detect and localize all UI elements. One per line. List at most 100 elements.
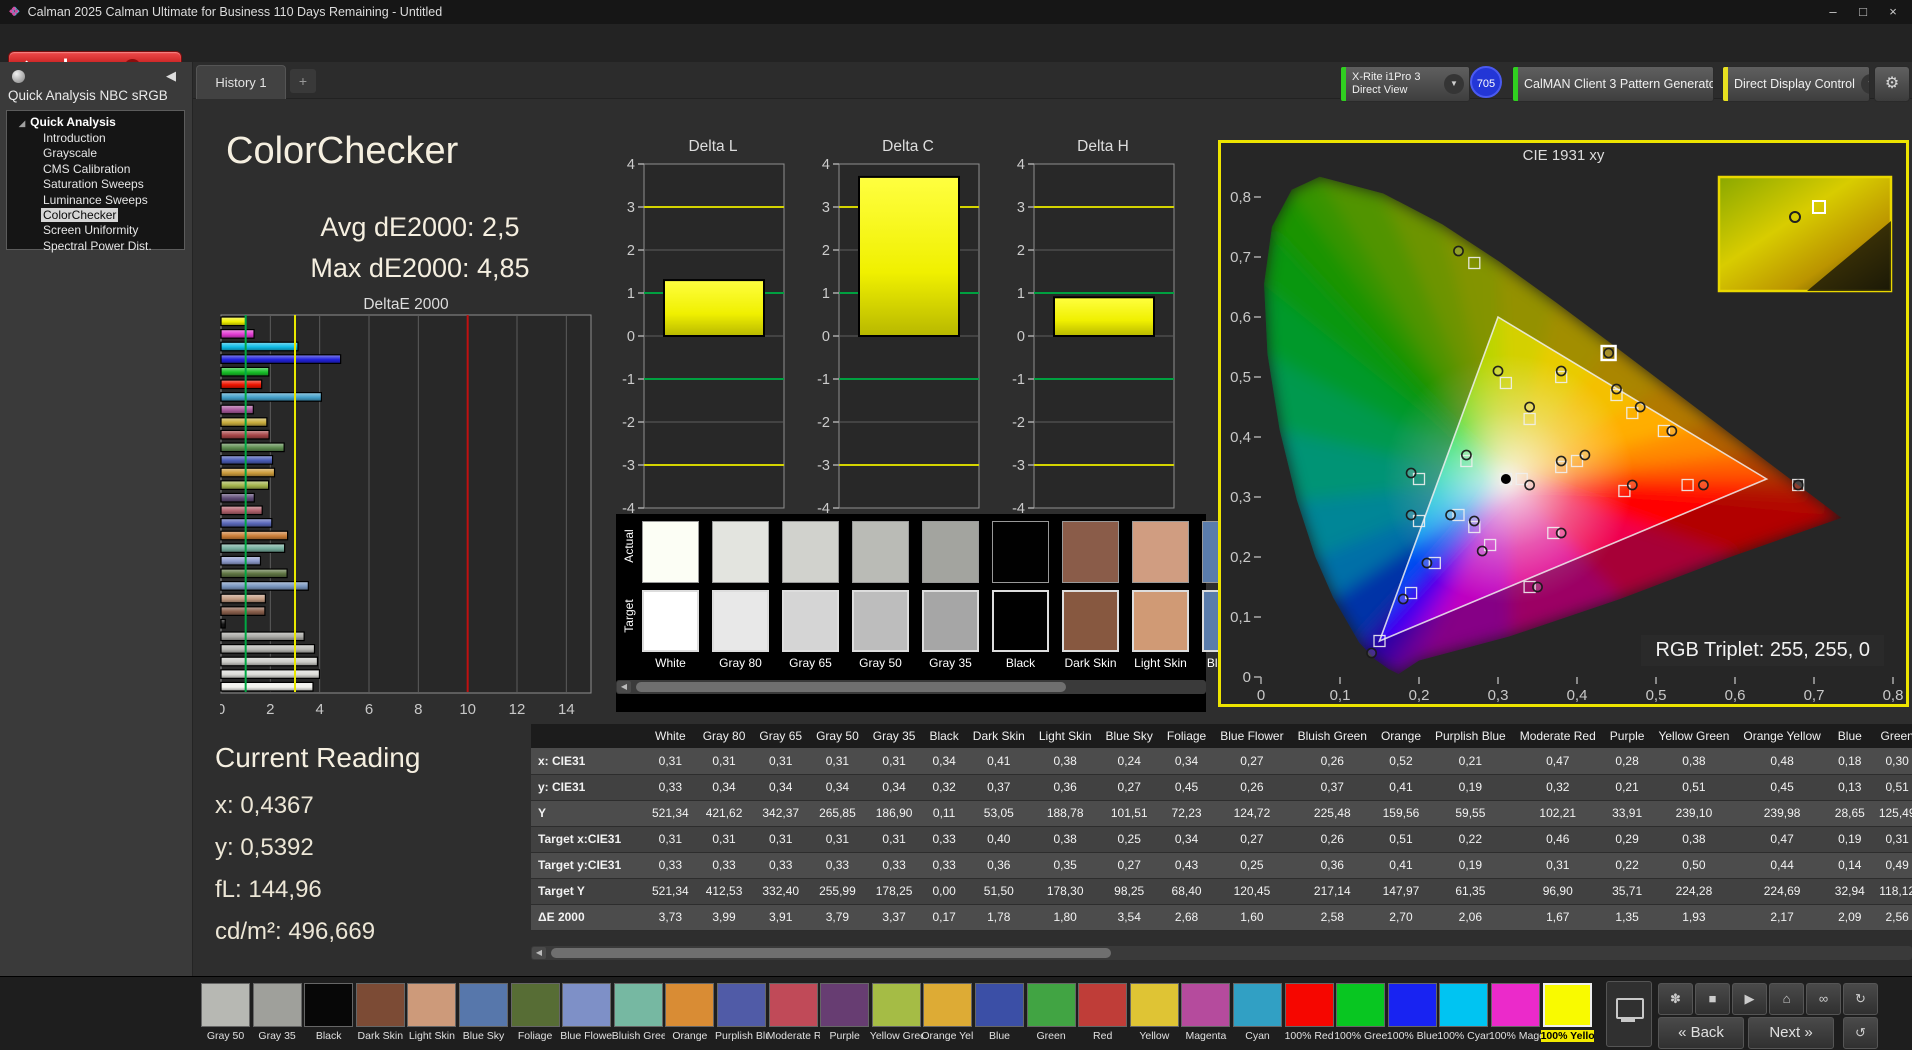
undo-button[interactable]: ↺ <box>1843 1017 1878 1049</box>
strip-swatch-100-blue[interactable] <box>1387 983 1437 1027</box>
strip-swatch-100-cyan[interactable] <box>1439 983 1489 1027</box>
strip-label[interactable]: Orange <box>663 1030 716 1042</box>
strip-label[interactable]: Yellow <box>1128 1030 1181 1042</box>
swatch-scroll-thumb[interactable] <box>636 682 1066 692</box>
strip-swatch-moderate-red[interactable] <box>768 983 818 1027</box>
close-button[interactable]: × <box>1878 0 1908 24</box>
strip-label[interactable]: Gray 35 <box>251 1030 304 1042</box>
strip-swatch-black[interactable] <box>304 983 354 1027</box>
strip-swatch-red[interactable] <box>1078 983 1128 1027</box>
current-reading-x: x: 0,4367 <box>215 792 314 819</box>
strip-label[interactable]: Foliage <box>509 1030 562 1042</box>
sidebar-item-cms-calibration[interactable]: CMS Calibration <box>7 162 184 177</box>
maximize-button[interactable]: □ <box>1848 0 1878 24</box>
meter-badge[interactable]: 705 <box>1470 66 1502 98</box>
strip-swatch-100-magenta[interactable] <box>1491 983 1540 1027</box>
strip-label[interactable]: 100% Green <box>1334 1030 1387 1042</box>
pattern-window-button[interactable]: ✽ <box>1658 983 1693 1015</box>
sidebar-item-screen-uniformity[interactable]: Screen Uniformity <box>7 223 184 238</box>
play-button[interactable]: ▶ <box>1732 983 1767 1015</box>
strip-label[interactable]: Blue Sky <box>457 1030 510 1042</box>
meter-dropdown[interactable]: X-Rite i1Pro 3 Direct View ▼ <box>1340 66 1470 102</box>
minimize-button[interactable]: – <box>1818 0 1848 24</box>
display-preview-button[interactable] <box>1606 981 1652 1047</box>
table-cell: 2,17 <box>1770 910 1794 924</box>
strip-swatch-magenta[interactable] <box>1181 983 1231 1027</box>
delta_h-bar <box>1053 296 1155 338</box>
sidebar-collapse-icon[interactable]: ◀ <box>166 68 176 84</box>
strip-label[interactable]: Bluish Green <box>612 1030 665 1042</box>
strip-label[interactable]: Dark Skin <box>354 1030 407 1042</box>
sidebar-item-introduction[interactable]: Introduction <box>7 131 184 146</box>
settings-button[interactable]: ⚙ <box>1874 66 1910 102</box>
table-scrollbar[interactable]: ◀ <box>531 946 1912 960</box>
strip-swatch-foliage[interactable] <box>510 983 560 1027</box>
stop-button[interactable]: ■ <box>1695 983 1730 1015</box>
strip-label[interactable]: Magenta <box>1179 1030 1232 1042</box>
strip-swatch-blue-sky[interactable] <box>459 983 508 1027</box>
sidebar-item-saturation-sweeps[interactable]: Saturation Sweeps <box>7 177 184 192</box>
back-button[interactable]: « Back <box>1658 1017 1744 1049</box>
sidebar-item-colorchecker[interactable]: ColorChecker <box>7 208 184 223</box>
scroll-left-icon[interactable]: ◀ <box>617 681 631 693</box>
strip-swatch-gray-35[interactable] <box>252 983 302 1027</box>
chevron-down-icon[interactable]: ▼ <box>1860 74 1869 94</box>
strip-label[interactable]: Light Skin <box>405 1030 458 1042</box>
strip-swatch-purple[interactable] <box>820 983 870 1027</box>
strip-label[interactable]: Red <box>1076 1030 1129 1042</box>
strip-label[interactable]: Blue Flower <box>560 1030 613 1042</box>
sidebar-item-spectral-power-dist-[interactable]: Spectral Power Dist. <box>7 239 184 254</box>
strip-swatch-blue-flower[interactable] <box>562 983 612 1027</box>
sidebar-item-grayscale[interactable]: Grayscale <box>7 146 184 161</box>
strip-label[interactable]: 100% Yellow <box>1540 1030 1594 1042</box>
strip-swatch-purplish-blue[interactable] <box>717 983 766 1027</box>
strip-label[interactable]: Purplish Blue <box>715 1030 768 1042</box>
table-scroll-thumb[interactable] <box>551 948 1111 958</box>
strip-swatch-dark-skin[interactable] <box>355 983 405 1027</box>
strip-label[interactable]: Yellow Green <box>870 1030 923 1042</box>
strip-label[interactable]: Purple <box>818 1030 871 1042</box>
table-cell: 0,47 <box>1770 832 1794 846</box>
strip-swatch-light-skin[interactable] <box>407 983 457 1027</box>
pattern-generator-dropdown[interactable]: CalMAN Client 3 Pattern Generator ▼ <box>1512 66 1714 102</box>
strip-label[interactable]: Cyan <box>1231 1030 1284 1042</box>
strip-swatch-gray-50[interactable] <box>201 983 250 1027</box>
back-label: Back <box>1690 1024 1724 1041</box>
swatch-scrollbar[interactable]: ◀ <box>616 680 1206 694</box>
strip-label[interactable]: Blue <box>973 1030 1026 1042</box>
scroll-left-icon[interactable]: ◀ <box>532 947 546 959</box>
strip-label[interactable]: 100% Blue <box>1386 1030 1439 1042</box>
strip-label[interactable]: Moderate Red <box>767 1030 820 1042</box>
strip-label[interactable]: 100% Cyan <box>1437 1030 1490 1042</box>
next-button[interactable]: Next » <box>1748 1017 1834 1049</box>
strip-label[interactable]: 100% Red <box>1283 1030 1336 1042</box>
sidebar-item-luminance-sweeps[interactable]: Luminance Sweeps <box>7 193 184 208</box>
strip-label[interactable]: Orange Yellow <box>921 1030 974 1042</box>
strip-label[interactable]: 100% Magenta <box>1489 1030 1542 1042</box>
strip-label[interactable]: Gray 50 <box>199 1030 252 1042</box>
add-tab-button[interactable]: + <box>290 69 316 93</box>
refresh-button[interactable]: ↻ <box>1843 983 1878 1015</box>
strip-swatch-orange[interactable] <box>665 983 715 1027</box>
strip-label[interactable]: Black <box>302 1030 355 1042</box>
tab-history-1[interactable]: History 1 <box>196 65 286 99</box>
strip-swatch-bluish-green[interactable] <box>613 983 663 1027</box>
chevron-down-icon[interactable]: ▼ <box>1444 74 1464 94</box>
strip-swatch-100-green[interactable] <box>1336 983 1386 1027</box>
loop-button[interactable]: ∞ <box>1806 983 1841 1015</box>
strip-swatch-orange-yellow[interactable] <box>923 983 973 1027</box>
strip-swatch-100-red[interactable] <box>1284 983 1334 1027</box>
actual-swatch-dark-skin <box>1062 521 1119 583</box>
strip-swatch-100-yellow[interactable] <box>1542 983 1592 1027</box>
strip-swatch-yellow-green[interactable] <box>871 983 921 1027</box>
tree-expand-icon[interactable]: ◢ <box>19 119 25 128</box>
strip-swatch-green[interactable] <box>1026 983 1076 1027</box>
display-control-dropdown[interactable]: Direct Display Control ▼ <box>1722 66 1870 102</box>
table-row-label: y: CIE31 <box>538 780 586 794</box>
strip-swatch-cyan[interactable] <box>1233 983 1282 1027</box>
tree-root[interactable]: ◢ Quick Analysis <box>7 115 184 131</box>
strip-swatch-blue[interactable] <box>975 983 1024 1027</box>
strip-label[interactable]: Green <box>1025 1030 1078 1042</box>
strip-swatch-yellow[interactable] <box>1129 983 1179 1027</box>
home-button[interactable]: ⌂ <box>1769 983 1804 1015</box>
